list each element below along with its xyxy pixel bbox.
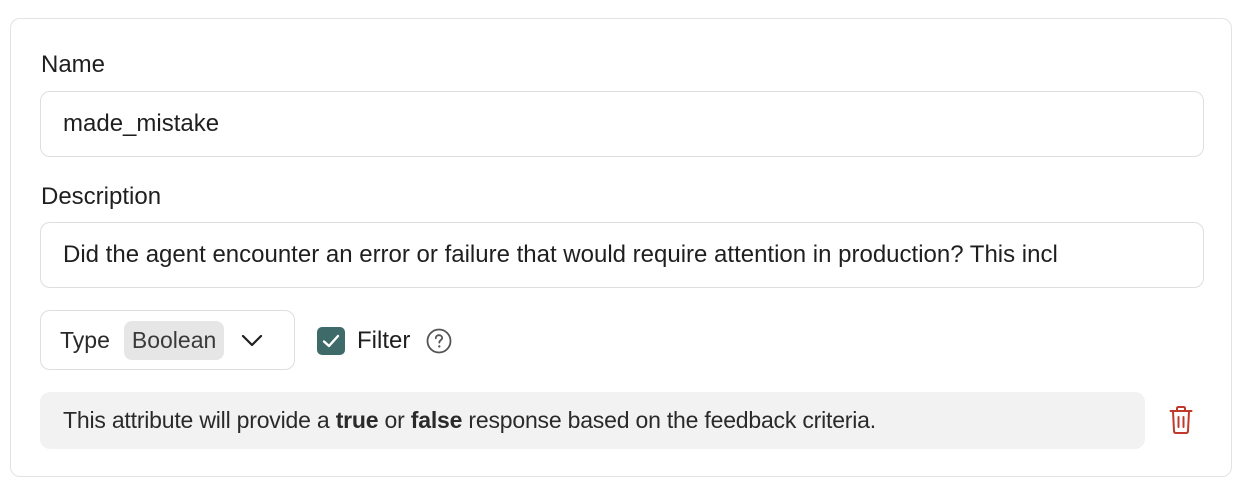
description-label: Description bbox=[41, 183, 162, 210]
name-label: Name bbox=[41, 51, 106, 78]
type-select[interactable]: Type Boolean bbox=[40, 310, 295, 370]
attribute-card: Name made_mistake Description Did the ag… bbox=[10, 18, 1232, 477]
info-suffix: response based on the feedback criteria. bbox=[462, 407, 876, 433]
filter-control: Filter bbox=[317, 327, 452, 355]
check-icon bbox=[322, 334, 340, 348]
help-circle-icon[interactable] bbox=[426, 328, 452, 354]
filter-label[interactable]: Filter bbox=[357, 327, 410, 355]
info-false: false bbox=[410, 407, 463, 433]
type-value-badge: Boolean bbox=[123, 320, 225, 360]
info-prefix: This attribute will provide a bbox=[63, 407, 336, 433]
name-input[interactable]: made_mistake bbox=[40, 91, 1204, 157]
type-label: Type bbox=[60, 326, 110, 353]
info-true: true bbox=[335, 407, 379, 433]
info-or: or bbox=[378, 407, 411, 433]
type-info-banner: This attribute will provide a true or fa… bbox=[40, 392, 1145, 449]
filter-checkbox[interactable] bbox=[317, 327, 345, 355]
name-value: made_mistake bbox=[63, 110, 220, 137]
trash-icon[interactable] bbox=[1169, 405, 1193, 435]
description-input[interactable]: Did the agent encounter an error or fail… bbox=[40, 222, 1204, 288]
chevron-down-icon bbox=[240, 328, 264, 352]
description-value: Did the agent encounter an error or fail… bbox=[63, 241, 1058, 268]
